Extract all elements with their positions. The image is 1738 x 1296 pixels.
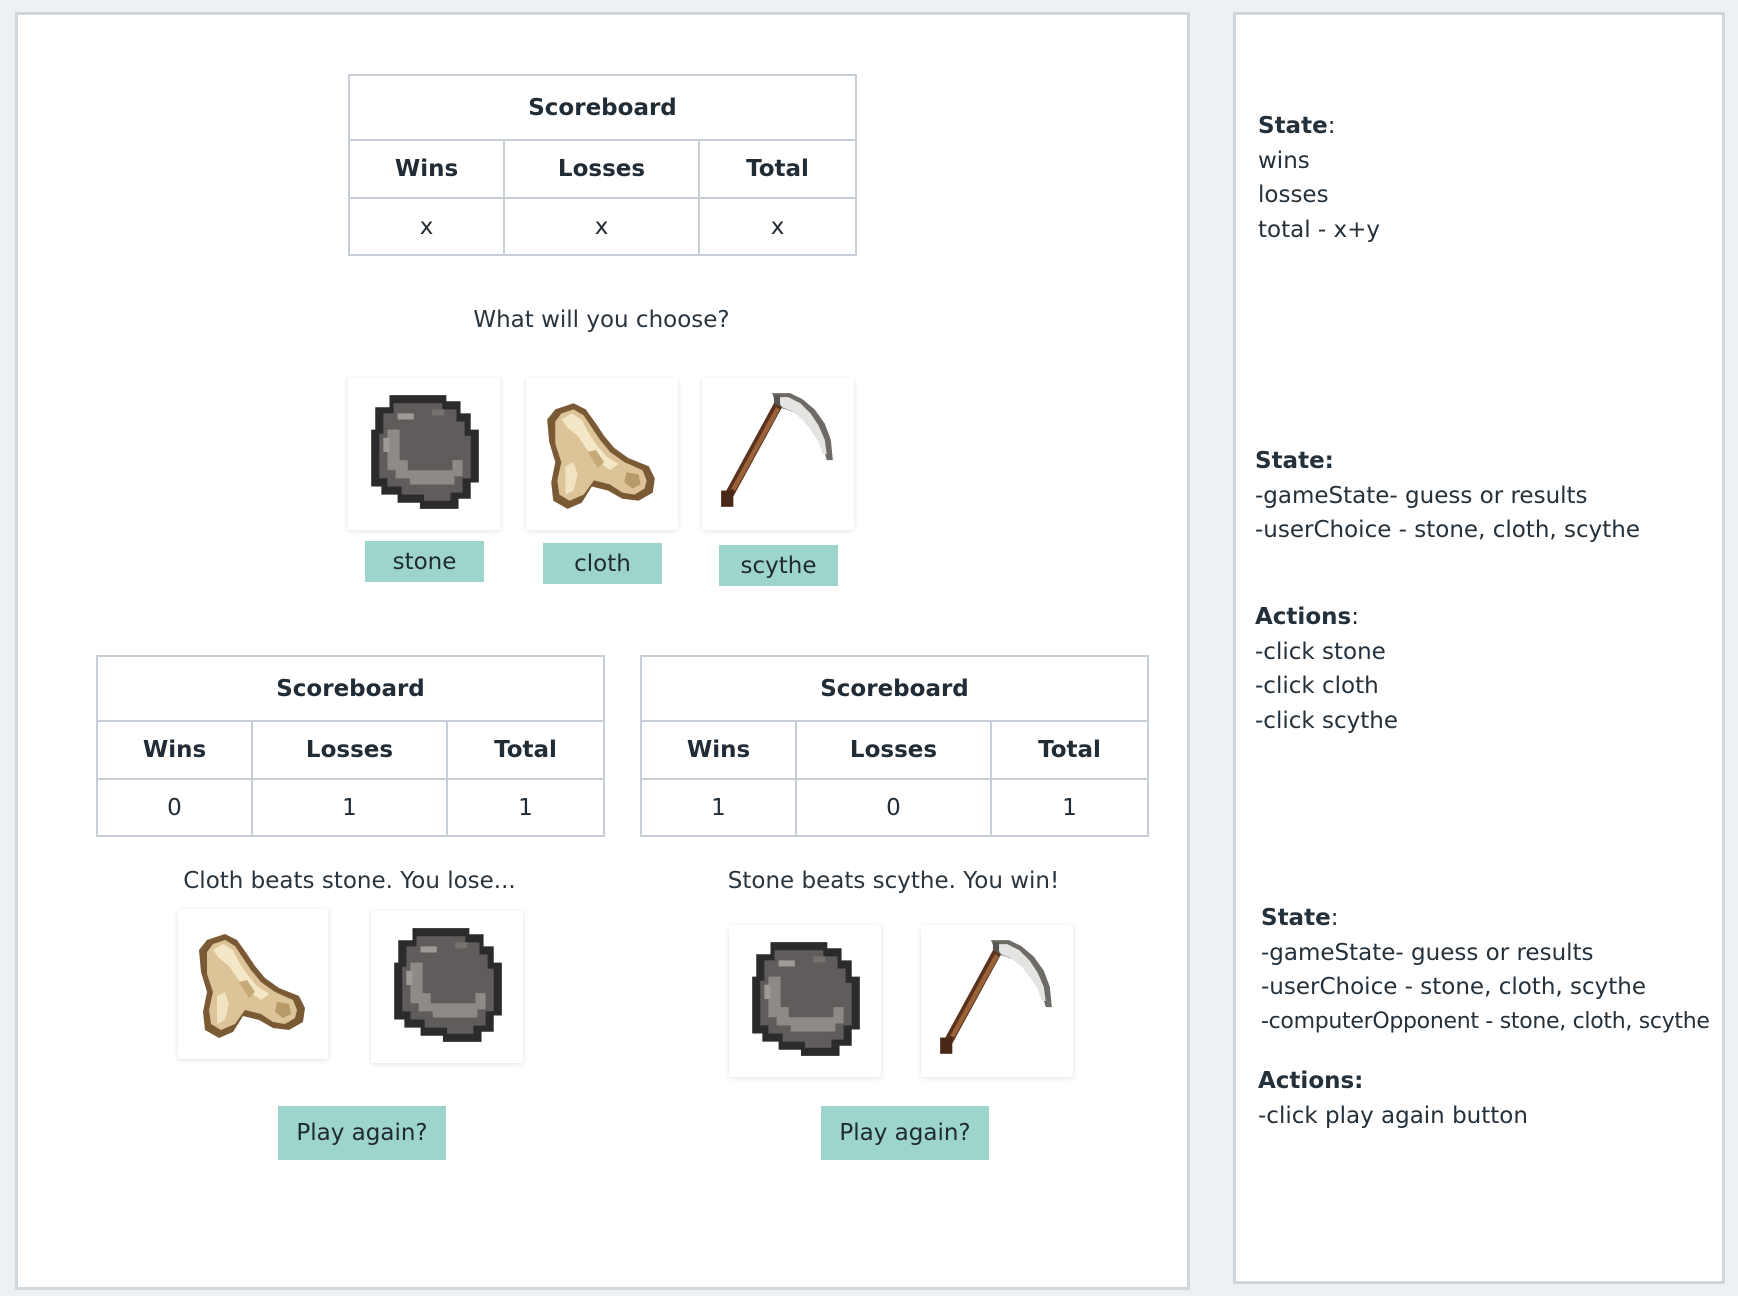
notes-block-state-1: State: wins losses total - x+y: [1258, 109, 1380, 247]
notes-heading: Actions: [1255, 604, 1352, 630]
total-header: Total: [445, 720, 606, 780]
notes-heading: Actions:: [1258, 1068, 1364, 1094]
computer-choice-tile: [371, 911, 523, 1063]
notes-block-actions-2: Actions: -click play again button: [1258, 1064, 1528, 1133]
total-value: x: [697, 197, 858, 256]
cloth-icon: [199, 934, 305, 1038]
notes-heading: State: [1261, 905, 1331, 931]
stone-icon: [752, 942, 860, 1056]
losses-header: Losses: [503, 139, 700, 199]
notes-line: -computerOpponent - stone, cloth, scythe: [1261, 1008, 1710, 1034]
choose-prompt: What will you choose?: [473, 307, 730, 333]
notes-line: wins: [1258, 147, 1310, 174]
scoreboard-lose: Scoreboard Wins Losses Total 0 1 1: [95, 655, 606, 837]
wins-value: 1: [640, 778, 797, 837]
scoreboard-top: Scoreboard Wins Losses Total x x x: [347, 74, 858, 256]
notes-line: -userChoice - stone, cloth, scythe: [1255, 517, 1641, 543]
total-header: Total: [989, 720, 1150, 780]
wins-value: 0: [96, 778, 253, 837]
scythe-button[interactable]: scythe: [719, 545, 838, 586]
notes-line: losses: [1258, 182, 1329, 208]
scythe-choice-tile[interactable]: [702, 378, 854, 530]
notes-heading: State:: [1255, 448, 1334, 474]
notes-line: -click play again button: [1258, 1102, 1528, 1129]
lose-message: Cloth beats stone. You lose...: [183, 868, 516, 894]
total-header: Total: [697, 139, 858, 199]
losses-header: Losses: [251, 720, 448, 780]
losses-header: Losses: [795, 720, 992, 780]
wins-value: x: [348, 197, 505, 256]
notes-line: -userChoice - stone, cloth, scythe: [1261, 974, 1647, 1000]
scoreboard-title: Scoreboard: [639, 655, 1150, 722]
wins-header: Wins: [348, 139, 505, 199]
notes-heading-colon: :: [1351, 604, 1359, 630]
cloth-button[interactable]: cloth: [543, 543, 662, 584]
notes-panel: State: wins losses total - x+y State: -g…: [1233, 12, 1725, 1284]
notes-line: -gameState- guess or results: [1261, 939, 1594, 966]
losses-value: 1: [251, 778, 448, 837]
main-panel: Scoreboard Wins Losses Total x x x What …: [15, 12, 1190, 1290]
notes-line: -gameState- guess or results: [1255, 482, 1588, 509]
losses-value: 0: [795, 778, 992, 837]
notes-block-actions-1: Actions: -click stone -click cloth -clic…: [1255, 600, 1398, 738]
scythe-icon: [940, 940, 1052, 1054]
notes-heading-colon: :: [1330, 905, 1339, 931]
play-again-button[interactable]: Play again?: [821, 1106, 989, 1160]
total-value: 1: [445, 778, 606, 837]
play-again-button[interactable]: Play again?: [278, 1106, 446, 1160]
user-choice-tile: [178, 909, 328, 1059]
wins-header: Wins: [96, 720, 253, 780]
notes-heading: State: [1258, 113, 1328, 139]
cloth-icon: [547, 403, 655, 509]
scoreboard-title: Scoreboard: [95, 655, 606, 722]
total-value: 1: [989, 778, 1150, 837]
notes-heading-colon: :: [1327, 113, 1336, 139]
scoreboard-win: Scoreboard Wins Losses Total 1 0 1: [639, 655, 1150, 837]
wins-header: Wins: [640, 720, 797, 780]
user-choice-tile: [729, 925, 881, 1077]
stone-button[interactable]: stone: [365, 541, 484, 582]
losses-value: x: [503, 197, 700, 256]
cloth-choice-tile[interactable]: [526, 378, 678, 530]
notes-line: -click stone: [1255, 638, 1386, 665]
notes-line: -click cloth: [1255, 673, 1379, 699]
scythe-icon: [721, 393, 833, 507]
stone-choice-tile[interactable]: [348, 378, 500, 530]
stone-icon: [371, 395, 479, 509]
notes-block-state-3: State: -gameState- guess or results -use…: [1261, 901, 1710, 1039]
computer-choice-tile: [921, 925, 1073, 1077]
win-message: Stone beats scythe. You win!: [727, 868, 1060, 894]
notes-line: total - x+y: [1258, 216, 1381, 243]
notes-block-state-2: State: -gameState- guess or results -use…: [1255, 444, 1640, 548]
notes-line: -click scythe: [1255, 707, 1398, 734]
scoreboard-title: Scoreboard: [347, 74, 858, 141]
stone-icon: [394, 928, 502, 1042]
